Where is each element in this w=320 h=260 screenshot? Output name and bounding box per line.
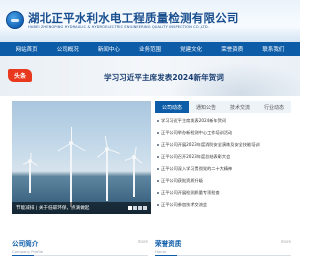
- news-item[interactable]: 正平公司获批资质升级: [155, 175, 291, 187]
- news-item-title: 正平公司获批资质升级: [161, 178, 203, 183]
- bullet-icon: [157, 192, 159, 194]
- wind-turbine-icon: [56, 127, 86, 207]
- header-mountain-decoration: [0, 28, 300, 42]
- news-item[interactable]: 正平公司召开2023年度总结表彰大会: [155, 151, 291, 163]
- news-tabs: 公司动态 通知公告 技术交流 行业动态: [155, 101, 291, 113]
- honors-subtitle: Honor: [155, 249, 167, 254]
- wind-turbine-icon: [94, 136, 120, 201]
- news-item-title: 正平公司召开2023年度总结表彰大会: [161, 154, 231, 159]
- news-item[interactable]: 正平公司举办新检测中心工作培训活动: [155, 127, 291, 139]
- tab-industry-news[interactable]: 行业动态: [257, 101, 291, 113]
- news-list: 学习习近平主席发表2024新年贺词 正平公司举办新检测中心工作培训活动 正平公司…: [155, 115, 291, 211]
- honors-more-link[interactable]: more: [281, 239, 291, 244]
- photo-caption[interactable]: 节能减排 | 关于低碳环保，点滴做起: [16, 205, 89, 211]
- news-item[interactable]: 正平公司开展2023年度消防安全演练及安全技能培训: [155, 139, 291, 151]
- news-item[interactable]: 正平公司开展检测质量专项检查: [155, 187, 291, 199]
- news-item-title: 正平公司深入学习贯彻党的二十大精神: [161, 166, 233, 171]
- slide-dot[interactable]: [128, 206, 132, 210]
- bullet-icon: [157, 204, 159, 206]
- headline-banner: 头条 学习习近平主席发表2024新年贺词: [0, 56, 300, 96]
- bullet-icon: [157, 168, 159, 170]
- honors-section: 荣誉资质 Honor more: [155, 238, 291, 256]
- header: 湖北正平水利水电工程质量检测有限公司 HUBEI ZHENGPING HYDRA…: [0, 0, 300, 42]
- news-item-title: 正平公司开展检测质量专项检查: [161, 190, 220, 195]
- company-profile-subtitle: Company Profile: [12, 249, 44, 254]
- news-item-title: 学习习近平主席发表2024新年贺词: [161, 118, 227, 123]
- tab-notices[interactable]: 通知公告: [189, 101, 223, 113]
- nav-item-party-culture[interactable]: 党建文化: [180, 45, 202, 53]
- bullet-icon: [157, 180, 159, 182]
- news-box: 公司动态 通知公告 技术交流 行业动态 学习习近平主席发表2024新年贺词 正平…: [155, 101, 291, 214]
- news-item-title: 正平公司举办新检测中心工作培训活动: [161, 130, 233, 135]
- nav-item-overview[interactable]: 公司概况: [57, 45, 79, 53]
- tab-tech-exchange[interactable]: 技术交流: [223, 101, 257, 113]
- news-item-title: 正平公司开展2023年度消防安全演练及安全技能培训: [161, 142, 260, 147]
- section-divider: [12, 255, 148, 256]
- news-item[interactable]: 学习习近平主席发表2024新年贺词: [155, 115, 291, 127]
- headline-badge: 头条: [8, 69, 32, 82]
- nav-item-news[interactable]: 新闻中心: [98, 45, 120, 53]
- company-profile-title[interactable]: 公司简介: [12, 238, 148, 248]
- slide-dot[interactable]: [133, 206, 137, 210]
- honors-title[interactable]: 荣誉资质: [155, 238, 291, 248]
- news-item[interactable]: 正平公司深入学习贯彻党的二十大精神: [155, 163, 291, 175]
- news-item[interactable]: 正平公司参加技术交流会: [155, 199, 291, 211]
- company-name: 湖北正平水利水电工程质量检测有限公司: [28, 11, 239, 25]
- company-profile-section: 公司简介 Company Profile more: [12, 238, 148, 256]
- bullet-icon: [157, 144, 159, 146]
- slide-dot[interactable]: [143, 206, 147, 210]
- wind-turbine-icon: [124, 147, 144, 197]
- nav-item-home[interactable]: 网站首页: [16, 45, 38, 53]
- bullet-icon: [157, 120, 159, 122]
- company-name-en: HUBEI ZHENGPING HYDRAULIC & HYDROELECTRI…: [28, 25, 210, 29]
- nav-item-honors[interactable]: 荣誉资质: [221, 45, 243, 53]
- photo-slideshow[interactable]: 节能减排 | 关于低碳环保，点滴做起: [12, 101, 151, 214]
- main-nav: 网站首页 公司概况 新闻中心 业务范围 党建文化 荣誉资质 联系我们: [0, 42, 300, 56]
- headline-title[interactable]: 学习习近平主席发表2024新年贺词: [104, 72, 224, 83]
- tab-company-news[interactable]: 公司动态: [155, 101, 189, 113]
- nav-item-contact[interactable]: 联系我们: [262, 45, 284, 53]
- bullet-icon: [157, 156, 159, 158]
- wind-turbine-icon: [22, 152, 38, 193]
- section-divider: [155, 255, 291, 256]
- news-item-title: 正平公司参加技术交流会: [161, 202, 208, 207]
- company-profile-more-link[interactable]: more: [138, 239, 148, 244]
- company-logo-icon[interactable]: [6, 11, 24, 29]
- slideshow-pager: [128, 206, 147, 210]
- nav-item-business[interactable]: 业务范围: [139, 45, 161, 53]
- bullet-icon: [157, 132, 159, 134]
- slide-dot[interactable]: [138, 206, 142, 210]
